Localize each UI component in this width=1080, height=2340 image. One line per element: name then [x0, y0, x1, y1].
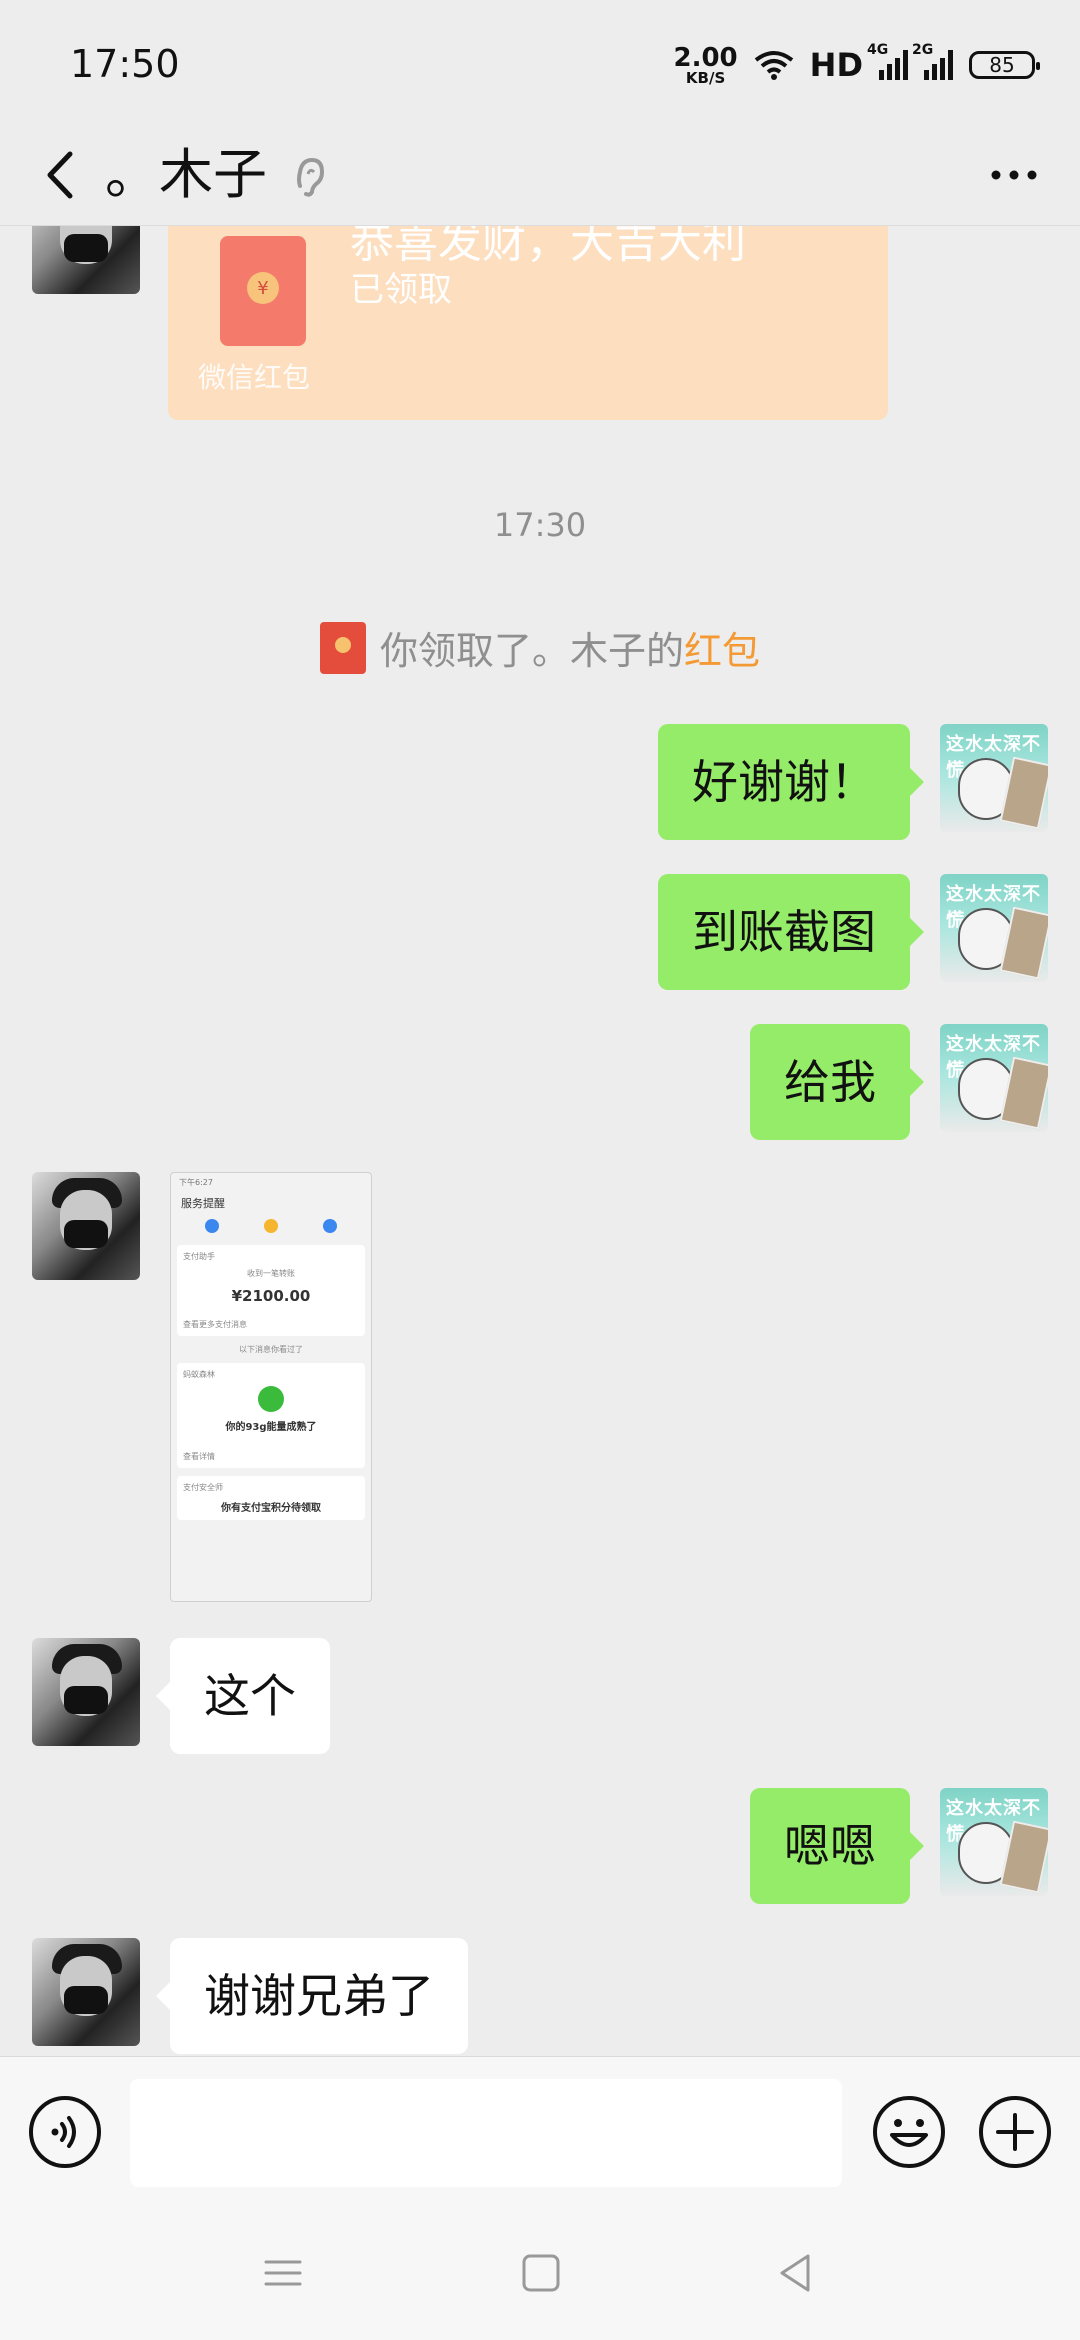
contact-avatar[interactable] [32, 1938, 140, 2046]
shot-amount: ¥2100.00 [231, 1287, 311, 1305]
emoji-icon[interactable] [872, 2095, 946, 2169]
contact-avatar[interactable] [32, 1172, 140, 1280]
coin-icon: ¥ [247, 272, 279, 304]
speed-unit: KB/S [685, 68, 726, 87]
my-avatar[interactable]: 这水太深不慌 [940, 724, 1048, 832]
network-4g-label: 4G [867, 42, 889, 58]
screenshot-image-message[interactable]: 下午6:27 服务提醒 支付助手 收到一笔转账 ¥2100.00 查看更多支付消… [170, 1172, 372, 1602]
network-speed: 2.00 KB/S [674, 45, 738, 86]
more-options-icon[interactable] [984, 150, 1044, 200]
received-message-bubble[interactable]: 这个 [156, 1638, 330, 1754]
message-input[interactable] [130, 2079, 842, 2187]
my-avatar[interactable]: 这水太深不慌 [940, 874, 1048, 982]
status-icons: 2.00 KB/S HD 4G 2G 85 [674, 40, 1040, 90]
tree-icon [258, 1386, 284, 1412]
chat-title: 。木子 [105, 143, 267, 206]
status-bar: 17:50 2.00 KB/S HD 4G 2G 85 [0, 0, 1080, 130]
wifi-icon [754, 51, 793, 80]
chat-messages[interactable]: ¥ 恭喜发财，大吉大利 已领取 微信红包 17:30 你领取了。木子的 红包 好谢… [0, 226, 1080, 2056]
signal-2g-icon: 2G [912, 42, 953, 80]
signal-4g-icon: 4G [867, 42, 908, 80]
chat-header: 。木子 [0, 130, 1080, 226]
input-bar [0, 2056, 1080, 2206]
shot-status: 下午6:27 [179, 1178, 213, 1187]
plus-icon[interactable] [978, 2095, 1052, 2169]
battery-level: 85 [989, 53, 1015, 77]
sent-message-bubble[interactable]: 好谢谢！ [658, 724, 924, 840]
voice-input-icon[interactable] [28, 2095, 102, 2169]
my-avatar[interactable]: 这水太深不慌 [940, 1788, 1048, 1896]
ear-icon [297, 157, 325, 197]
message-timestamp: 17:30 [493, 506, 587, 544]
speed-value: 2.00 [673, 42, 738, 73]
red-envelope-footer: 微信红包 [198, 361, 311, 394]
system-navigation-bar [0, 2206, 1080, 2340]
battery-icon: 85 [969, 51, 1040, 79]
shot-card-forest: 蚂蚁森林 你的93g能量成熟了 查看详情 [177, 1363, 365, 1468]
sent-message-bubble[interactable]: 到账截图 [658, 874, 924, 990]
shot-card-security: 支付安全师 你有支付宝积分待领取 [177, 1476, 365, 1520]
home-icon[interactable] [520, 2252, 562, 2294]
system-notice-text: 你领取了。木子的 [379, 629, 684, 673]
red-packet-link[interactable]: 红包 [684, 620, 760, 675]
shot-tabs [171, 1215, 371, 1237]
my-avatar[interactable]: 这水太深不慌 [940, 1024, 1048, 1132]
red-envelope-status: 已领取 [350, 270, 452, 310]
red-envelope-icon: ¥ [220, 236, 306, 346]
back-triangle-icon[interactable] [774, 2252, 816, 2294]
shot-nav-title: 服务提醒 [181, 1197, 225, 1210]
hd-label: HD [809, 46, 863, 84]
red-envelope-message[interactable]: ¥ 恭喜发财，大吉大利 已领取 微信红包 [168, 226, 888, 420]
red-packet-icon [319, 621, 366, 674]
shot-card-payment: 支付助手 收到一笔转账 ¥2100.00 查看更多支付消息 [177, 1245, 365, 1336]
menu-icon[interactable] [262, 2252, 304, 2294]
sent-message-bubble[interactable]: 给我 [750, 1024, 924, 1140]
contact-avatar[interactable] [32, 226, 140, 294]
network-2g-label: 2G [912, 42, 934, 58]
system-notice: 你领取了。木子的 红包 [0, 620, 1080, 675]
contact-avatar[interactable] [32, 1638, 140, 1746]
status-time: 17:50 [70, 42, 180, 86]
received-message-bubble[interactable]: 谢谢兄弟了 [156, 1938, 468, 2054]
sent-message-bubble[interactable]: 嗯嗯 [750, 1788, 924, 1904]
back-arrow-icon[interactable] [36, 140, 96, 210]
